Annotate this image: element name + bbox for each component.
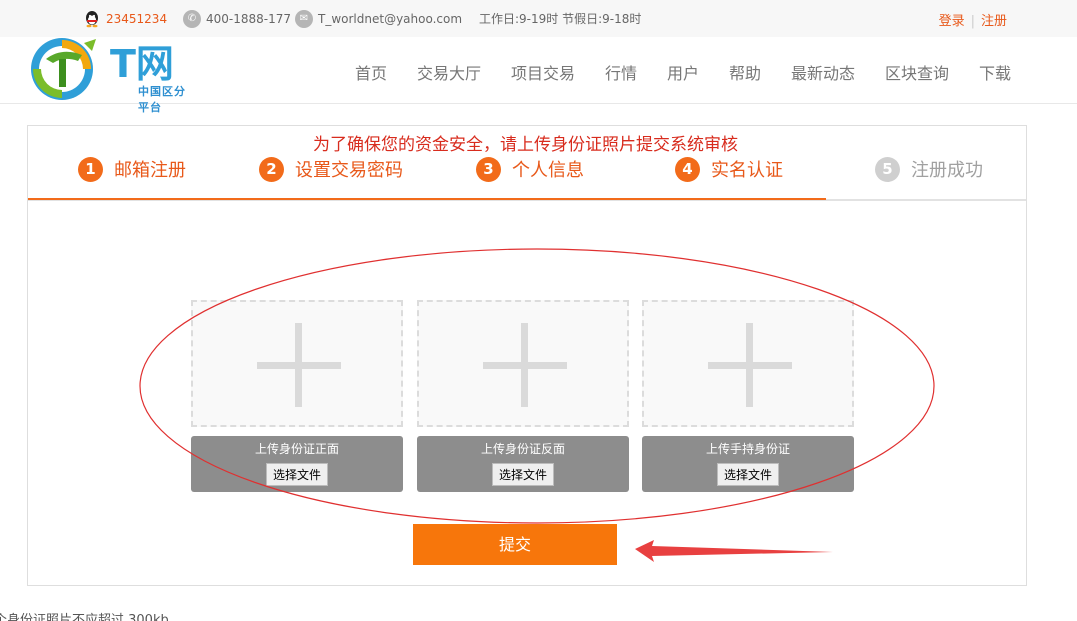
upload-caption: 上传手持身份证: [705, 442, 790, 456]
step-label: 实名认证: [711, 160, 783, 181]
phone-contact: ✆ 400-1888-177: [183, 10, 291, 28]
nav-trading-hall[interactable]: 交易大厅: [417, 60, 481, 84]
upload-controls: 上传手持身份证 选择文件: [642, 436, 854, 492]
top-info-bar: 23451234 ✆ 400-1888-177 ✉ T_worldnet@yah…: [0, 0, 1077, 37]
upload-dropzone[interactable]: [642, 300, 854, 427]
qq-icon: [83, 10, 101, 28]
nav-help[interactable]: 帮助: [729, 60, 761, 84]
nav-market[interactable]: 行情: [605, 60, 637, 84]
step-label: 设置交易密码: [295, 160, 403, 181]
upload-caption: 上传身份证正面: [254, 442, 339, 456]
logo-text: T网: [110, 42, 174, 86]
nav-project-trading[interactable]: 项目交易: [511, 60, 575, 84]
qq-number: 23451234: [106, 12, 168, 26]
upload-id-front: 上传身份证正面 选择文件: [191, 300, 403, 492]
upload-dropzone[interactable]: [191, 300, 403, 427]
choose-file-button[interactable]: 选择文件: [716, 463, 779, 486]
login-link[interactable]: 登录: [939, 14, 965, 29]
step-email-register: 1 邮箱注册: [78, 156, 186, 182]
step-number: 2: [259, 156, 284, 182]
size-footnote: 个身份证照片不应超过 300kb: [0, 613, 169, 621]
site-header: T网 中国区分平台 首页 交易大厅 项目交易 行情 用户 帮助 最新动态 区块查…: [0, 37, 1077, 114]
step-label: 邮箱注册: [114, 160, 186, 181]
logo-subtitle: 中国区分平台: [138, 85, 186, 114]
hours-text: 工作日:9-19时 节假日:9-18时: [479, 12, 642, 26]
step-number: 5: [875, 156, 900, 182]
step-label: 注册成功: [911, 160, 983, 181]
step-number: 3: [476, 156, 501, 182]
submit-button[interactable]: 提交: [413, 524, 617, 565]
nav-news[interactable]: 最新动态: [791, 60, 855, 84]
notice-text: 为了确保您的资金安全，请上传身份证照片提交系统审核: [313, 135, 738, 155]
step-number: 4: [675, 156, 700, 182]
business-hours: 工作日:9-19时 节假日:9-18时: [479, 10, 641, 27]
step-success: 5 注册成功: [875, 156, 983, 182]
nav-block-query[interactable]: 区块查询: [885, 60, 949, 84]
email-contact: ✉ T_worldnet@yahoo.com: [295, 10, 462, 28]
mail-icon: ✉: [295, 10, 313, 28]
upload-controls: 上传身份证正面 选择文件: [191, 436, 403, 492]
auth-links: 登录 | 注册: [938, 14, 1007, 29]
step-personal-info: 3 个人信息: [476, 156, 584, 182]
upload-dropzone[interactable]: [417, 300, 629, 427]
upload-caption: 上传身份证反面: [480, 442, 565, 456]
site-logo[interactable]: T网 中国区分平台: [26, 33, 196, 114]
nav-user[interactable]: 用户: [667, 60, 699, 84]
nav-download[interactable]: 下载: [979, 60, 1011, 84]
upload-id-back: 上传身份证反面 选择文件: [417, 300, 629, 492]
step-label: 个人信息: [512, 160, 584, 181]
step-real-name: 4 实名认证: [675, 156, 783, 182]
phone-number: 400-1888-177: [206, 12, 292, 26]
phone-icon: ✆: [183, 10, 201, 28]
nav-home[interactable]: 首页: [355, 60, 387, 84]
step-number: 1: [78, 156, 103, 182]
email-address: T_worldnet@yahoo.com: [318, 12, 463, 26]
choose-file-button[interactable]: 选择文件: [265, 463, 328, 486]
step-progress-bar: [28, 198, 826, 200]
register-link[interactable]: 注册: [981, 14, 1007, 29]
step-trade-password: 2 设置交易密码: [259, 156, 403, 182]
upload-id-handheld: 上传手持身份证 选择文件: [642, 300, 854, 492]
upload-controls: 上传身份证反面 选择文件: [417, 436, 629, 492]
qq-contact: 23451234: [83, 10, 167, 28]
choose-file-button[interactable]: 选择文件: [491, 463, 554, 486]
